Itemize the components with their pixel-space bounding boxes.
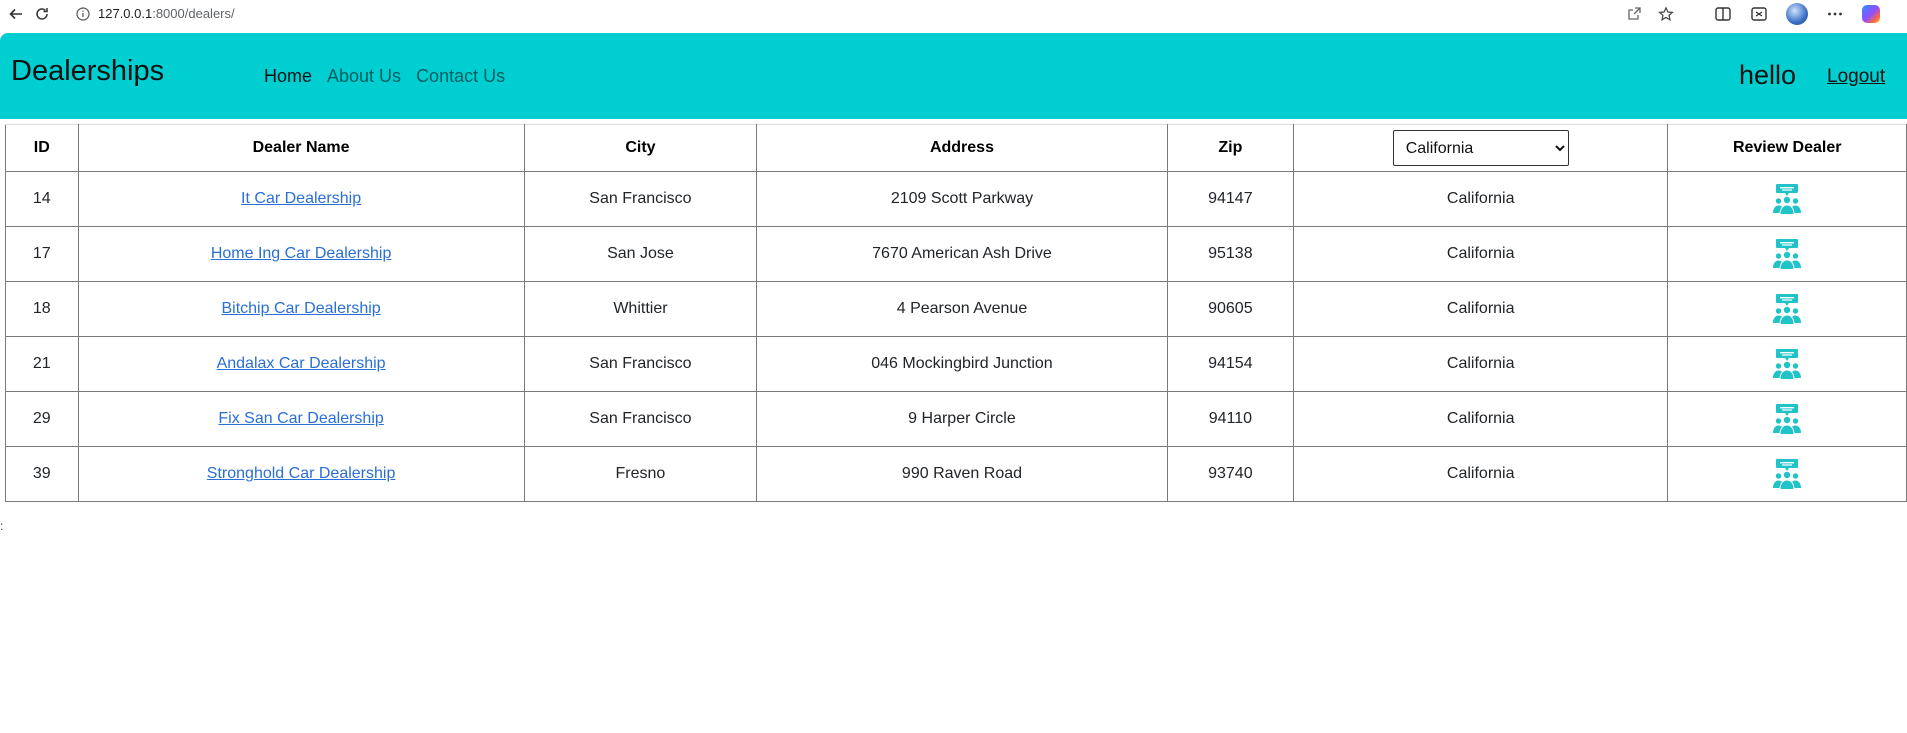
dealer-address-cell: 990 Raven Road: [756, 446, 1168, 502]
table-row: 39 Stronghold Car Dealership Fresno 990 …: [5, 446, 1907, 502]
extensions-icon[interactable]: [1750, 5, 1768, 23]
dealer-review-cell: [1667, 336, 1907, 392]
header-city: City: [523, 124, 758, 172]
dealer-review-cell: [1667, 391, 1907, 447]
brand-title: Dealerships: [11, 55, 165, 87]
copilot-icon[interactable]: [1862, 4, 1880, 23]
dealer-state-cell: California: [1293, 281, 1669, 337]
table-row: 17 Home Ing Car Dealership San Jose 7670…: [5, 226, 1907, 282]
dealer-id-cell: 21: [5, 336, 79, 392]
split-screen-icon[interactable]: [1714, 5, 1732, 23]
header-id: ID: [5, 124, 79, 172]
table-row: 29 Fix San Car Dealership San Francisco …: [5, 391, 1907, 447]
dealer-city-cell: San Francisco: [523, 336, 758, 392]
dealer-review-cell: [1667, 281, 1907, 337]
dealer-name-link[interactable]: Fix San Car Dealership: [218, 410, 383, 427]
favorite-star-icon[interactable]: [1658, 5, 1674, 22]
reload-button[interactable]: [32, 4, 52, 24]
dealer-zip-cell: 94110: [1166, 391, 1295, 447]
dealer-name-cell: Andalax Car Dealership: [77, 336, 525, 392]
table-header-row: ID Dealer Name City Address Zip Californ…: [5, 124, 1907, 172]
table-row: 18 Bitchip Car Dealership Whittier 4 Pea…: [5, 281, 1907, 337]
review-dealer-icon[interactable]: [1772, 293, 1802, 325]
dealer-address-cell: 4 Pearson Avenue: [756, 281, 1168, 337]
dealer-id-cell: 14: [5, 171, 79, 227]
review-dealer-icon[interactable]: [1772, 403, 1802, 435]
dealer-zip-cell: 94154: [1166, 336, 1295, 392]
dealer-id-cell: 17: [5, 226, 79, 282]
dealer-zip-cell: 95138: [1166, 226, 1295, 282]
dealer-address-cell: 046 Mockingbird Junction: [756, 336, 1168, 392]
dealer-id-cell: 18: [5, 281, 79, 337]
dealer-name-cell: Home Ing Car Dealership: [77, 226, 525, 282]
open-in-app-icon[interactable]: [1626, 6, 1642, 22]
site-info-icon[interactable]: [76, 6, 90, 21]
dealer-address-cell: 2109 Scott Parkway: [756, 171, 1168, 227]
dealer-name-cell: Stronghold Car Dealership: [77, 446, 525, 502]
dealer-name-cell: Fix San Car Dealership: [77, 391, 525, 447]
dealer-name-link[interactable]: It Car Dealership: [241, 190, 361, 207]
dealer-zip-cell: 93740: [1166, 446, 1295, 502]
dealer-review-cell: [1667, 446, 1907, 502]
state-filter-select[interactable]: California: [1392, 130, 1569, 166]
nav-about-link[interactable]: About Us: [327, 66, 401, 87]
dealer-state-cell: California: [1293, 446, 1669, 502]
user-greeting: hello: [1739, 60, 1797, 90]
table-row: 21 Andalax Car Dealership San Francisco …: [5, 336, 1907, 392]
dealer-name-cell: Bitchip Car Dealership: [77, 281, 525, 337]
dealer-zip-cell: 90605: [1166, 281, 1295, 337]
header-zip: Zip: [1166, 124, 1295, 172]
dealer-name-link[interactable]: Stronghold Car Dealership: [207, 465, 396, 482]
url-host: 127.0.0.1: [98, 6, 153, 21]
dealer-id-cell: 39: [5, 446, 79, 502]
dealer-name-link[interactable]: Bitchip Car Dealership: [221, 300, 380, 317]
dealer-city-cell: Whittier: [523, 281, 758, 337]
dealer-name-link[interactable]: Home Ing Car Dealership: [211, 245, 392, 262]
table-row: 14 It Car Dealership San Francisco 2109 …: [5, 171, 1907, 227]
review-dealer-icon[interactable]: [1772, 238, 1802, 270]
url-path: :8000/dealers/: [152, 6, 235, 21]
nav-home-link[interactable]: Home: [264, 66, 312, 87]
header-address: Address: [756, 124, 1168, 172]
dealer-name-link[interactable]: Andalax Car Dealership: [217, 355, 386, 372]
review-dealer-icon[interactable]: [1772, 458, 1802, 490]
dealer-state-cell: California: [1293, 226, 1669, 282]
dealer-state-cell: California: [1293, 391, 1669, 447]
dealer-city-cell: San Francisco: [523, 391, 758, 447]
dealer-address-cell: 7670 American Ash Drive: [756, 226, 1168, 282]
review-dealer-icon[interactable]: [1772, 183, 1802, 215]
nav-contact-link[interactable]: Contact Us: [416, 66, 505, 87]
dealers-table: ID Dealer Name City Address Zip Californ…: [5, 124, 1907, 502]
stray-text: :: [0, 519, 4, 533]
dealer-state-cell: California: [1293, 171, 1669, 227]
back-arrow-icon: [9, 8, 22, 19]
app-navbar: Dealerships Home About Us Contact Us hel…: [0, 33, 1907, 119]
nav-links: Home About Us Contact Us: [264, 66, 505, 87]
logout-link[interactable]: Logout: [1827, 66, 1885, 88]
dealer-review-cell: [1667, 226, 1907, 282]
dealer-state-cell: California: [1293, 336, 1669, 392]
header-review-dealer: Review Dealer: [1667, 124, 1907, 172]
reload-icon: [36, 7, 48, 20]
dealer-review-cell: [1667, 171, 1907, 227]
profile-avatar-icon[interactable]: [1786, 2, 1808, 25]
header-state-filter: California: [1293, 124, 1669, 172]
dealer-id-cell: 29: [5, 391, 79, 447]
more-options-icon[interactable]: [1826, 5, 1844, 23]
dealer-rows: 14 It Car Dealership San Francisco 2109 …: [5, 171, 1907, 502]
dealer-city-cell: San Jose: [523, 226, 758, 282]
dealer-address-cell: 9 Harper Circle: [756, 391, 1168, 447]
browser-toolbar: 127.0.0.1:8000/dealers/: [0, 0, 1907, 27]
back-button[interactable]: [6, 4, 26, 24]
dealer-name-cell: It Car Dealership: [77, 171, 525, 227]
header-dealer-name: Dealer Name: [77, 124, 525, 172]
address-bar[interactable]: 127.0.0.1:8000/dealers/: [66, 2, 1696, 25]
dealer-city-cell: San Francisco: [523, 171, 758, 227]
dealer-city-cell: Fresno: [523, 446, 758, 502]
review-dealer-icon[interactable]: [1772, 348, 1802, 380]
dealer-zip-cell: 94147: [1166, 171, 1295, 227]
